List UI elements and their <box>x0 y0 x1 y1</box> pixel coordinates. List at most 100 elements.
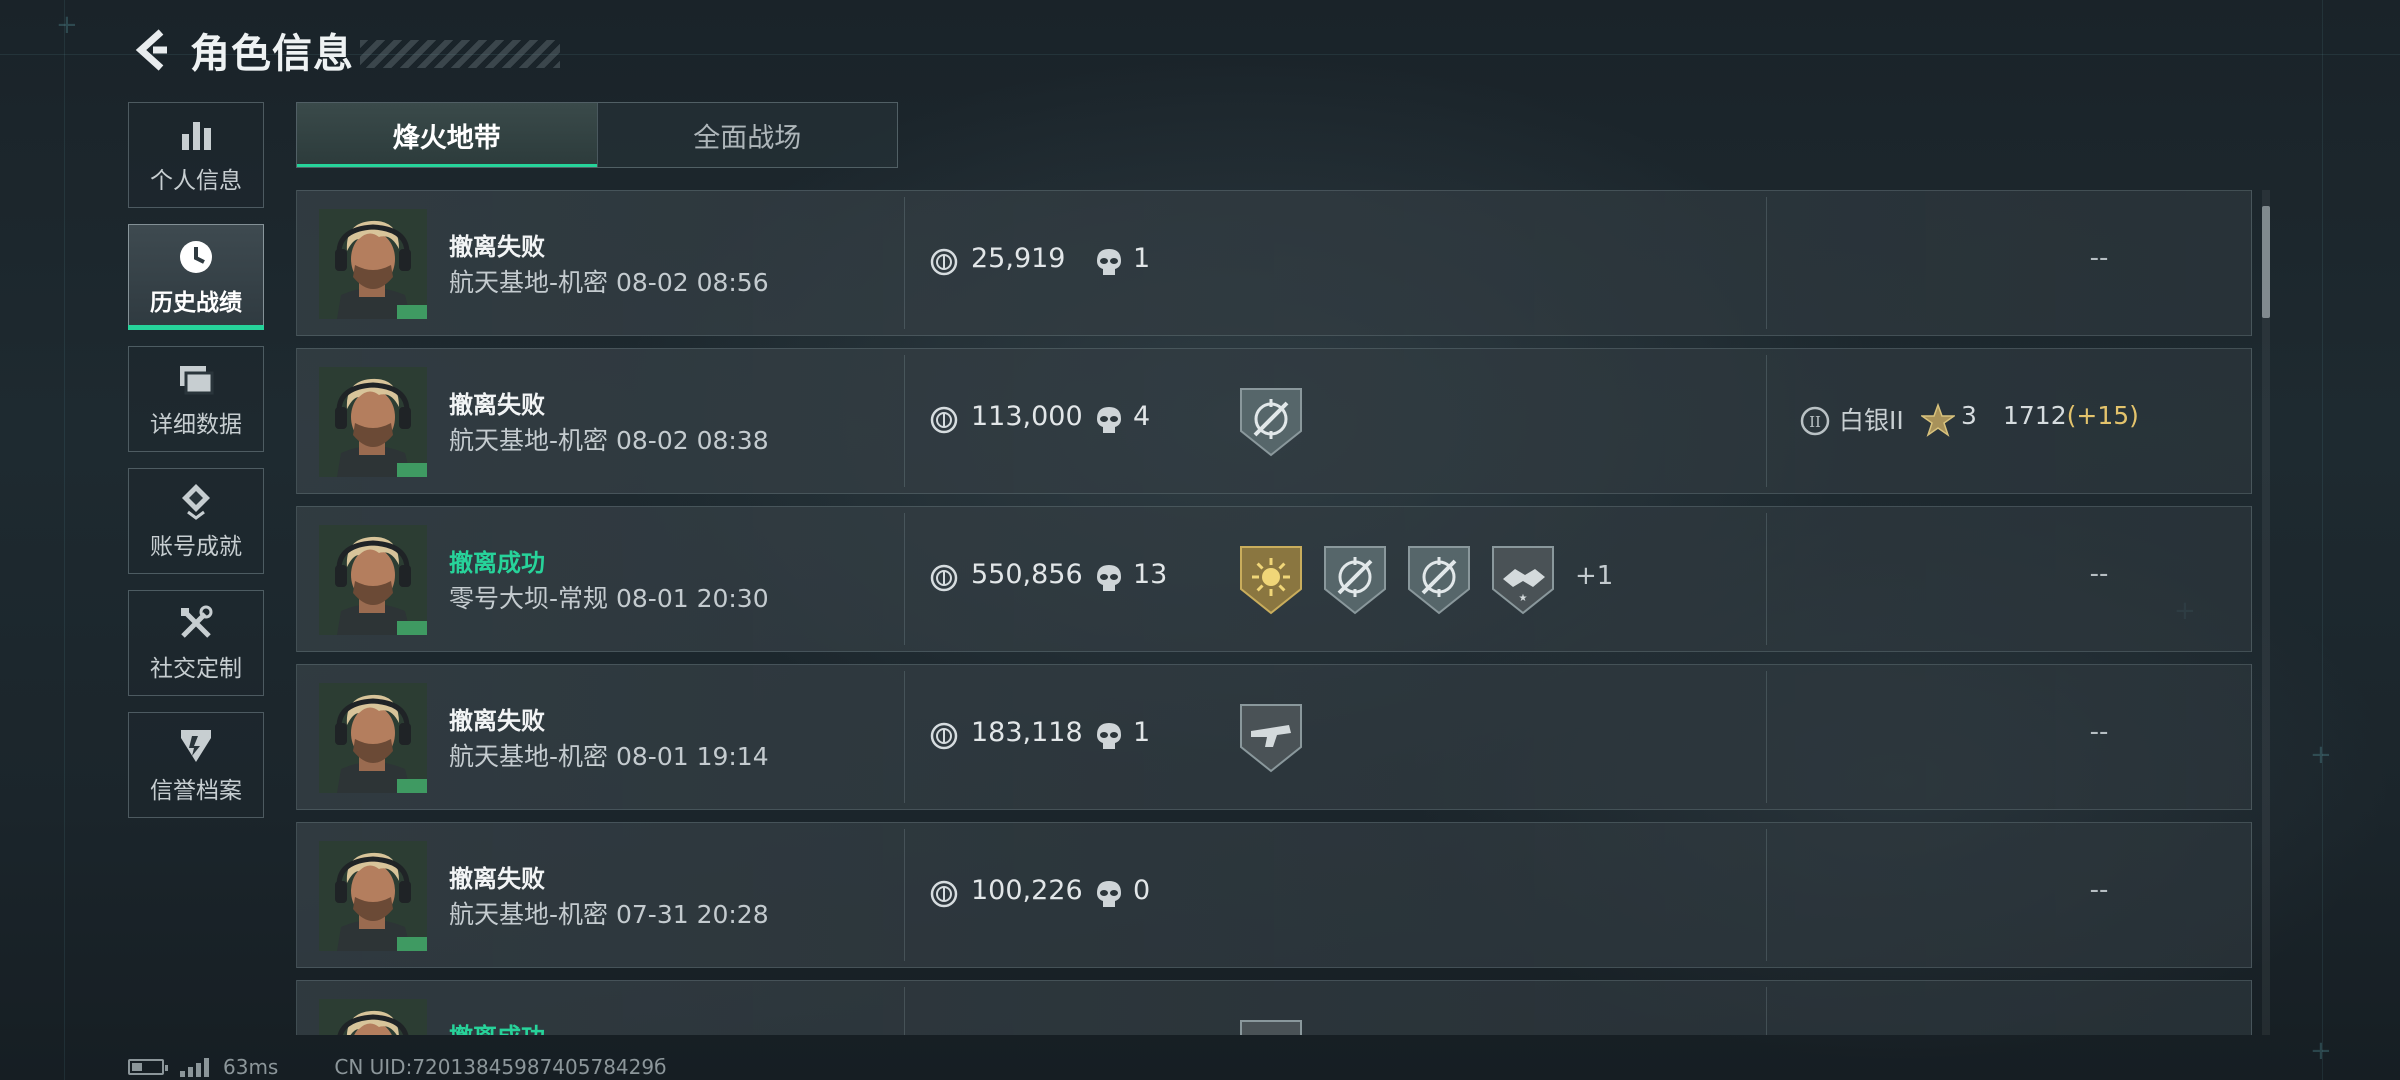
match-record-row[interactable]: 撤离成功 零号大坝-常规 08-01 20:30 550,856 13 ★ +1 -- <box>296 506 2252 652</box>
nav-label: 账号成就 <box>150 534 242 560</box>
skull-icon <box>1095 563 1123 593</box>
back-arrow-icon <box>135 29 167 71</box>
ping-value: 63ms <box>223 1055 279 1079</box>
scrollbar[interactable] <box>2262 190 2270 1035</box>
match-record-row[interactable]: 撤离失败 航天基地-机密 08-02 08:38 113,000 4 II 白银II 3 17… <box>296 348 2252 494</box>
rifle-badge-icon[interactable] <box>1321 543 1389 617</box>
currency-icon <box>929 563 959 593</box>
extraction-result: 撤离成功 <box>449 1017 545 1035</box>
handshake-badge-icon[interactable]: ★ <box>1489 543 1557 617</box>
operator-avatar <box>319 367 427 477</box>
scroll-thumb[interactable] <box>2262 206 2270 318</box>
crosshair-decoration: + <box>2310 1036 2332 1066</box>
rank-name: 白银II <box>1839 406 1904 435</box>
skull-icon <box>1095 247 1123 277</box>
rank-score: 1712(+15) <box>2003 401 2139 430</box>
loot-value: 25,919 <box>971 243 1066 274</box>
match-time: 08-01 19:14 <box>615 742 769 771</box>
column-divider <box>904 197 905 329</box>
kill-count: 0 <box>1133 875 1151 906</box>
kill-count: 13 <box>1133 559 1168 590</box>
tools-icon <box>176 603 216 643</box>
map-and-time: 航天基地-机密 08-02 08:56 <box>449 263 769 299</box>
loot-value: 113,000 <box>971 401 1083 432</box>
column-divider <box>1766 197 1767 329</box>
column-divider <box>1766 829 1767 961</box>
gun-badge-icon[interactable] <box>1237 1017 1305 1035</box>
nav-item-match-history[interactable]: 历史战绩 <box>128 224 264 330</box>
match-record-row[interactable]: 撤离失败 航天基地-机密 08-02 08:56 25,919 1 -- <box>296 190 2252 336</box>
nav-item-detailed-data[interactable]: 详细数据 <box>128 346 264 452</box>
crosshair-badge-icon[interactable] <box>1237 385 1305 459</box>
match-time: 08-02 08:56 <box>615 268 769 297</box>
operator-avatar <box>319 683 427 793</box>
extraction-result: 撤离失败 <box>449 391 545 419</box>
column-divider <box>904 355 905 487</box>
nav-label: 历史战绩 <box>150 290 242 316</box>
match-record-row[interactable]: 撤离成功 <box>296 980 2252 1035</box>
currency-icon <box>929 721 959 751</box>
column-divider <box>904 671 905 803</box>
medal-icon <box>176 481 216 521</box>
extraction-result: 撤离失败 <box>449 865 545 893</box>
svg-text:II: II <box>1809 413 1821 431</box>
score-value: 1712 <box>2003 401 2067 430</box>
operator-avatar <box>319 841 427 951</box>
rank-placeholder: -- <box>2089 243 2109 273</box>
nav-item-reputation[interactable]: 信誉档案 <box>128 712 264 818</box>
side-nav: 个人信息 历史战绩 详细数据 账号成就 社交定制 信誉档案 <box>128 102 266 834</box>
folders-icon <box>176 359 216 399</box>
nav-label: 社交定制 <box>150 656 242 682</box>
mode-tabs: 烽火地带 全面战场 <box>296 102 898 168</box>
crosshair-decoration: + <box>2310 740 2332 770</box>
map-name: 航天基地-机密 <box>449 268 609 297</box>
page-header: 角色信息 <box>128 22 560 78</box>
nav-label: 个人信息 <box>150 168 242 194</box>
gun-badge-icon[interactable] <box>1237 701 1305 775</box>
column-divider <box>1766 671 1767 803</box>
rank-stars: 3 <box>1961 401 1977 430</box>
column-divider <box>904 829 905 961</box>
column-divider <box>1766 987 1767 1035</box>
currency-icon <box>929 879 959 909</box>
nav-item-social-custom[interactable]: 社交定制 <box>128 590 264 696</box>
back-button[interactable] <box>128 27 174 73</box>
operator-avatar <box>319 525 427 635</box>
currency-icon <box>929 405 959 435</box>
nav-item-personal-info[interactable]: 个人信息 <box>128 102 264 208</box>
tab-full-battlefield[interactable]: 全面战场 <box>596 103 898 167</box>
map-name: 零号大坝-常规 <box>449 584 609 613</box>
background-line <box>2322 0 2323 1080</box>
shield-icon <box>176 725 216 765</box>
rank-placeholder: -- <box>2089 559 2109 589</box>
match-record-row[interactable]: 撤离失败 航天基地-机密 07-31 20:28 100,226 0 -- <box>296 822 2252 968</box>
match-record-row[interactable]: 撤离失败 航天基地-机密 08-01 19:14 183,118 1 -- <box>296 664 2252 810</box>
status-bar: 63ms CN UID:7201384598740578429б <box>128 1054 666 1080</box>
tab-warzone[interactable]: 烽火地带 <box>297 103 597 167</box>
gold-sun-badge-icon[interactable] <box>1237 543 1305 617</box>
score-delta: (+15) <box>2066 401 2139 430</box>
loot-value: 183,118 <box>971 717 1083 748</box>
column-divider <box>904 987 905 1035</box>
nav-item-achievements[interactable]: 账号成就 <box>128 468 264 574</box>
match-time: 08-02 08:38 <box>615 426 769 455</box>
clock-icon <box>176 237 216 277</box>
kill-count: 1 <box>1133 717 1151 748</box>
column-divider <box>1766 355 1767 487</box>
page-title: 角色信息 <box>190 31 354 77</box>
loot-value: 100,226 <box>971 875 1083 906</box>
map-and-time: 航天基地-机密 08-02 08:38 <box>449 421 769 457</box>
star-icon <box>1919 402 1957 437</box>
more-badges-count[interactable]: +1 <box>1575 561 1613 591</box>
rank-tier-icon: II <box>1799 405 1831 437</box>
rank-placeholder: -- <box>2089 717 2109 747</box>
match-history-list: 撤离失败 航天基地-机密 08-02 08:56 25,919 1 -- 撤离失败 航天基地… <box>296 190 2252 1035</box>
map-and-time: 航天基地-机密 07-31 20:28 <box>449 895 769 931</box>
bar-chart-icon <box>176 115 216 155</box>
column-divider <box>904 513 905 645</box>
crosshair-badge-icon[interactable] <box>1405 543 1473 617</box>
skull-icon <box>1095 405 1123 435</box>
nav-label: 详细数据 <box>150 412 242 438</box>
battery-icon <box>128 1059 168 1075</box>
map-name: 航天基地-机密 <box>449 742 609 771</box>
